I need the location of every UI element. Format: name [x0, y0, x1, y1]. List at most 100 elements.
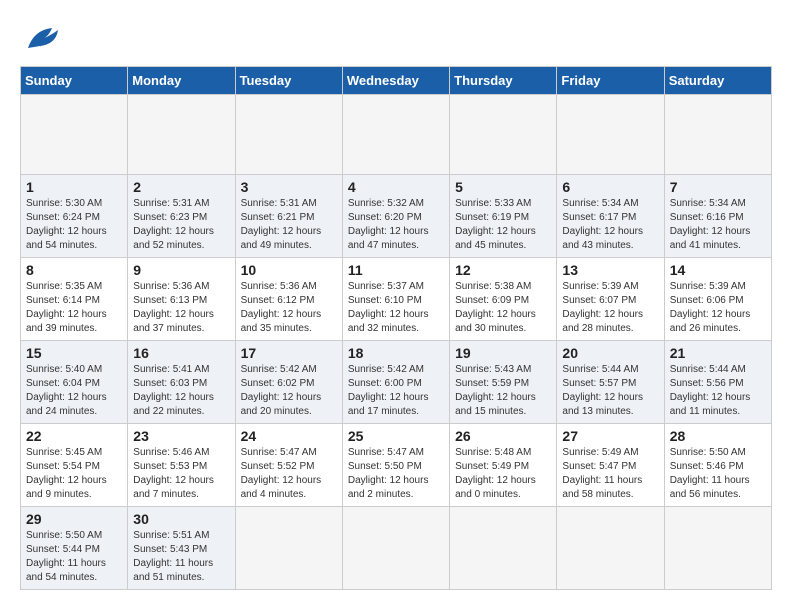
calendar-week-row: 8 Sunrise: 5:35 AMSunset: 6:14 PMDaylight…	[21, 258, 772, 341]
calendar-header-row: SundayMondayTuesdayWednesdayThursdayFrid…	[21, 67, 772, 95]
day-cell: 19 Sunrise: 5:43 AMSunset: 5:59 PMDayligh…	[450, 341, 557, 424]
day-info: Sunrise: 5:47 AMSunset: 5:52 PMDaylight:…	[241, 446, 337, 502]
day-number: 2	[133, 179, 229, 195]
weekday-header-monday: Monday	[128, 67, 235, 95]
day-number: 12	[455, 262, 551, 278]
day-cell: 12 Sunrise: 5:38 AMSunset: 6:09 PMDayligh…	[450, 258, 557, 341]
calendar-week-row: 29 Sunrise: 5:50 AMSunset: 5:44 PMDayligh…	[21, 507, 772, 590]
day-info: Sunrise: 5:50 AMSunset: 5:44 PMDaylight:…	[26, 529, 122, 585]
day-number: 22	[26, 428, 122, 444]
empty-cell	[342, 95, 449, 175]
calendar-week-row: 15 Sunrise: 5:40 AMSunset: 6:04 PMDayligh…	[21, 341, 772, 424]
weekday-header-wednesday: Wednesday	[342, 67, 449, 95]
day-info: Sunrise: 5:51 AMSunset: 5:43 PMDaylight:…	[133, 529, 229, 585]
calendar-week-row: 22 Sunrise: 5:45 AMSunset: 5:54 PMDayligh…	[21, 424, 772, 507]
day-cell: 20Sunrise: 5:44 AMSunset: 5:57 PMDayligh…	[557, 341, 664, 424]
day-cell: 28Sunrise: 5:50 AMSunset: 5:46 PMDayligh…	[664, 424, 771, 507]
day-number: 8	[26, 262, 122, 278]
empty-cell	[557, 95, 664, 175]
day-number: 16	[133, 345, 229, 361]
weekday-header-sunday: Sunday	[21, 67, 128, 95]
day-info: Sunrise: 5:50 AMSunset: 5:46 PMDaylight:…	[670, 446, 766, 502]
day-number: 7	[670, 179, 766, 195]
empty-cell	[450, 95, 557, 175]
day-info: Sunrise: 5:31 AMSunset: 6:21 PMDaylight:…	[241, 197, 337, 253]
empty-cell	[235, 95, 342, 175]
day-cell: 25 Sunrise: 5:47 AMSunset: 5:50 PMDayligh…	[342, 424, 449, 507]
empty-cell	[342, 507, 449, 590]
day-number: 26	[455, 428, 551, 444]
day-info: Sunrise: 5:36 AMSunset: 6:12 PMDaylight:…	[241, 280, 337, 336]
day-number: 3	[241, 179, 337, 195]
day-info: Sunrise: 5:44 AMSunset: 5:56 PMDaylight:…	[670, 363, 766, 419]
day-info: Sunrise: 5:34 AMSunset: 6:16 PMDaylight:…	[670, 197, 766, 253]
logo	[20, 20, 66, 56]
day-info: Sunrise: 5:39 AMSunset: 6:07 PMDaylight:…	[562, 280, 658, 336]
day-number: 24	[241, 428, 337, 444]
empty-cell	[128, 95, 235, 175]
day-number: 11	[348, 262, 444, 278]
page-header	[20, 20, 772, 56]
day-cell: 30 Sunrise: 5:51 AMSunset: 5:43 PMDayligh…	[128, 507, 235, 590]
day-info: Sunrise: 5:32 AMSunset: 6:20 PMDaylight:…	[348, 197, 444, 253]
day-cell: 10 Sunrise: 5:36 AMSunset: 6:12 PMDayligh…	[235, 258, 342, 341]
day-info: Sunrise: 5:45 AMSunset: 5:54 PMDaylight:…	[26, 446, 122, 502]
day-number: 19	[455, 345, 551, 361]
day-cell: 22 Sunrise: 5:45 AMSunset: 5:54 PMDayligh…	[21, 424, 128, 507]
logo-bird-icon	[20, 20, 60, 56]
day-info: Sunrise: 5:39 AMSunset: 6:06 PMDaylight:…	[670, 280, 766, 336]
day-cell: 23Sunrise: 5:46 AMSunset: 5:53 PMDayligh…	[128, 424, 235, 507]
day-number: 27	[562, 428, 658, 444]
day-cell: 16 Sunrise: 5:41 AMSunset: 6:03 PMDayligh…	[128, 341, 235, 424]
day-cell: 27Sunrise: 5:49 AMSunset: 5:47 PMDayligh…	[557, 424, 664, 507]
day-cell: 2 Sunrise: 5:31 AMSunset: 6:23 PMDaylight…	[128, 175, 235, 258]
day-number: 14	[670, 262, 766, 278]
day-number: 4	[348, 179, 444, 195]
day-number: 17	[241, 345, 337, 361]
day-number: 6	[562, 179, 658, 195]
day-cell: 24 Sunrise: 5:47 AMSunset: 5:52 PMDayligh…	[235, 424, 342, 507]
day-number: 18	[348, 345, 444, 361]
day-info: Sunrise: 5:34 AMSunset: 6:17 PMDaylight:…	[562, 197, 658, 253]
day-number: 29	[26, 511, 122, 527]
day-info: Sunrise: 5:41 AMSunset: 6:03 PMDaylight:…	[133, 363, 229, 419]
day-number: 5	[455, 179, 551, 195]
day-info: Sunrise: 5:48 AMSunset: 5:49 PMDaylight:…	[455, 446, 551, 502]
day-number: 15	[26, 345, 122, 361]
day-info: Sunrise: 5:42 AMSunset: 6:02 PMDaylight:…	[241, 363, 337, 419]
day-cell: 29 Sunrise: 5:50 AMSunset: 5:44 PMDayligh…	[21, 507, 128, 590]
day-info: Sunrise: 5:43 AMSunset: 5:59 PMDaylight:…	[455, 363, 551, 419]
day-cell: 9Sunrise: 5:36 AMSunset: 6:13 PMDaylight…	[128, 258, 235, 341]
day-number: 30	[133, 511, 229, 527]
day-info: Sunrise: 5:30 AMSunset: 6:24 PMDaylight:…	[26, 197, 122, 253]
day-cell: 13Sunrise: 5:39 AMSunset: 6:07 PMDayligh…	[557, 258, 664, 341]
calendar-table: SundayMondayTuesdayWednesdayThursdayFrid…	[20, 66, 772, 590]
empty-cell	[450, 507, 557, 590]
weekday-header-saturday: Saturday	[664, 67, 771, 95]
day-cell: 6 Sunrise: 5:34 AMSunset: 6:17 PMDaylight…	[557, 175, 664, 258]
day-info: Sunrise: 5:35 AMSunset: 6:14 PMDaylight:…	[26, 280, 122, 336]
day-info: Sunrise: 5:38 AMSunset: 6:09 PMDaylight:…	[455, 280, 551, 336]
day-number: 10	[241, 262, 337, 278]
day-info: Sunrise: 5:33 AMSunset: 6:19 PMDaylight:…	[455, 197, 551, 253]
day-cell: 11 Sunrise: 5:37 AMSunset: 6:10 PMDayligh…	[342, 258, 449, 341]
day-number: 25	[348, 428, 444, 444]
day-number: 23	[133, 428, 229, 444]
day-cell: 1Sunrise: 5:30 AMSunset: 6:24 PMDaylight…	[21, 175, 128, 258]
day-cell: 17 Sunrise: 5:42 AMSunset: 6:02 PMDayligh…	[235, 341, 342, 424]
day-info: Sunrise: 5:40 AMSunset: 6:04 PMDaylight:…	[26, 363, 122, 419]
day-number: 9	[133, 262, 229, 278]
empty-cell	[21, 95, 128, 175]
empty-cell	[557, 507, 664, 590]
day-cell: 15 Sunrise: 5:40 AMSunset: 6:04 PMDayligh…	[21, 341, 128, 424]
day-info: Sunrise: 5:44 AMSunset: 5:57 PMDaylight:…	[562, 363, 658, 419]
day-cell: 5 Sunrise: 5:33 AMSunset: 6:19 PMDaylight…	[450, 175, 557, 258]
day-cell: 3 Sunrise: 5:31 AMSunset: 6:21 PMDaylight…	[235, 175, 342, 258]
day-info: Sunrise: 5:37 AMSunset: 6:10 PMDaylight:…	[348, 280, 444, 336]
day-info: Sunrise: 5:42 AMSunset: 6:00 PMDaylight:…	[348, 363, 444, 419]
empty-cell	[664, 95, 771, 175]
calendar-week-row	[21, 95, 772, 175]
day-info: Sunrise: 5:31 AMSunset: 6:23 PMDaylight:…	[133, 197, 229, 253]
day-cell: 7 Sunrise: 5:34 AMSunset: 6:16 PMDaylight…	[664, 175, 771, 258]
day-info: Sunrise: 5:47 AMSunset: 5:50 PMDaylight:…	[348, 446, 444, 502]
